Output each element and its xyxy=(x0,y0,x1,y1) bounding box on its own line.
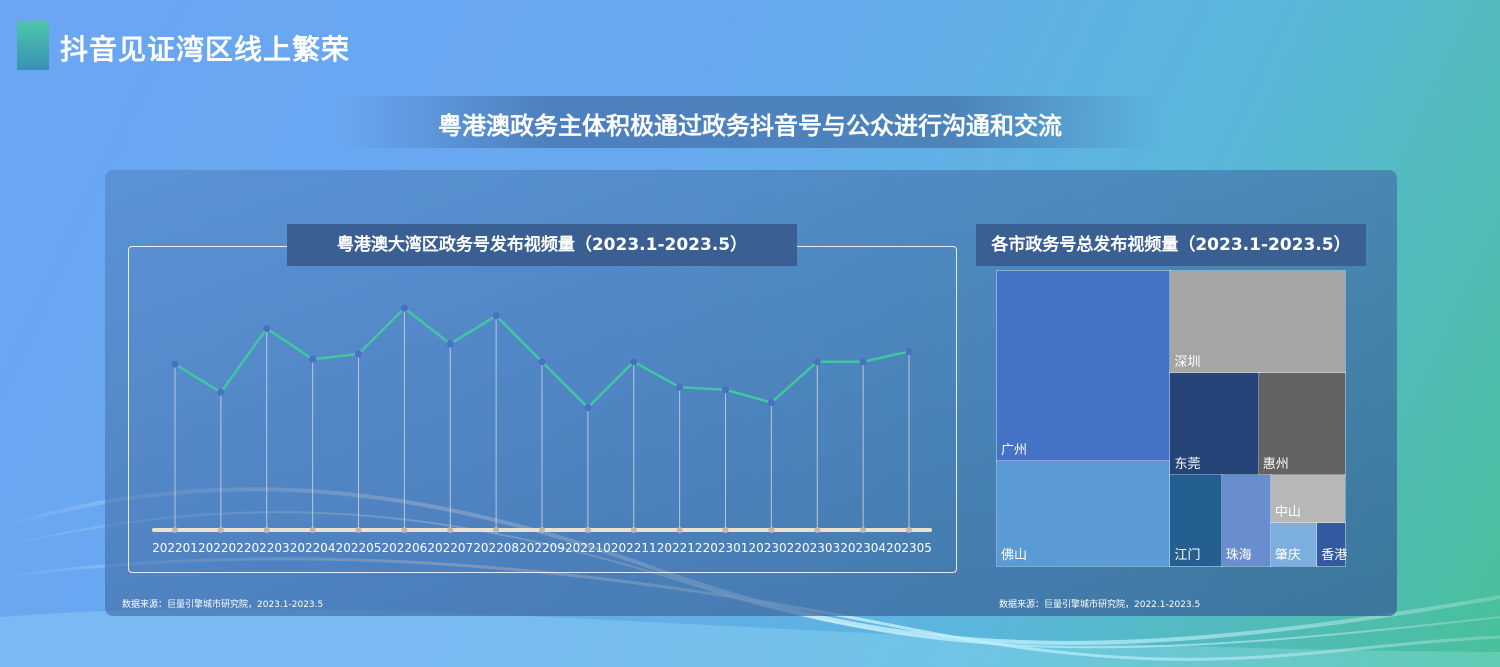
x-tick-label: 202202 xyxy=(198,541,244,555)
data-point xyxy=(309,355,317,363)
data-point xyxy=(171,360,179,368)
treemap-cell: 香港 xyxy=(1316,521,1348,567)
stem-base-dot xyxy=(493,527,500,533)
data-point xyxy=(584,404,592,412)
data-point xyxy=(905,348,913,355)
data-point xyxy=(217,388,225,396)
stem-base-dot xyxy=(860,527,867,533)
data-point xyxy=(722,386,729,394)
stem-base-dot xyxy=(722,527,729,533)
data-point xyxy=(446,340,454,348)
x-tick-label: 202206 xyxy=(381,541,427,555)
data-point xyxy=(492,312,500,320)
data-point xyxy=(355,350,362,358)
treemap-cell: 佛山 xyxy=(995,459,1172,567)
stem-base-dot xyxy=(768,527,775,533)
treemap-cell: 东莞 xyxy=(1169,371,1260,476)
treemap-cell: 珠海 xyxy=(1220,473,1272,567)
x-tick-label: 202301 xyxy=(703,541,749,555)
treemap-chart: 广州佛山 深圳东莞 惠州江门 珠海 中山肇庆 香港 xyxy=(995,270,1348,567)
treemap-cell-label: 香港 xyxy=(1321,547,1348,563)
stem-base-dot xyxy=(355,527,362,533)
stem-base-dot xyxy=(584,527,591,533)
treemap-cell: 深圳 xyxy=(1169,270,1346,374)
data-point xyxy=(400,304,408,312)
treemap-cell: 肇庆 xyxy=(1269,521,1319,567)
stem-base-dot xyxy=(263,527,270,533)
treemap-cell: 中山 xyxy=(1269,473,1346,524)
treemap-cell: 惠州 xyxy=(1257,371,1346,476)
treemap-source: 数据来源：巨量引擎城市研究院，2022.1-2023.5 xyxy=(999,600,1201,610)
stem-base-dot xyxy=(676,527,683,533)
x-tick-label: 202303 xyxy=(794,541,840,555)
x-tick-label: 202305 xyxy=(886,541,932,555)
x-tick-label: 202208 xyxy=(473,541,519,555)
x-tick-label: 202210 xyxy=(565,541,611,555)
treemap-cell: 江门 xyxy=(1169,473,1223,567)
stem-base-dot xyxy=(401,527,408,533)
treemap-cell-label: 广州 xyxy=(1001,442,1028,458)
stem-base-dot xyxy=(217,527,224,533)
treemap-cell-label: 深圳 xyxy=(1174,354,1201,370)
x-tick-label: 202207 xyxy=(427,541,473,555)
treemap-cell-label: 肇庆 xyxy=(1274,547,1301,563)
treemap-cell-label: 惠州 xyxy=(1262,456,1289,472)
data-point xyxy=(767,399,775,406)
stem-base-dot xyxy=(447,527,454,533)
treemap-cell: 广州 xyxy=(995,270,1172,462)
x-tick-label: 202203 xyxy=(244,541,290,555)
stem-base-dot xyxy=(814,527,821,533)
treemap-title: 各市政务号总发布视频量（2023.1-2023.5） xyxy=(976,224,1366,266)
treemap-cell-label: 珠海 xyxy=(1225,547,1252,563)
x-tick-label: 202209 xyxy=(519,541,565,555)
data-point xyxy=(263,325,271,333)
data-point xyxy=(630,358,638,366)
x-tick-label: 202205 xyxy=(336,541,382,555)
data-point xyxy=(813,358,821,366)
x-tick-label: 202201 xyxy=(152,541,198,555)
treemap-cell-label: 中山 xyxy=(1274,504,1301,520)
line-chart-title: 粤港澳大湾区政务号发布视频量（2023.1-2023.5） xyxy=(287,224,797,266)
stem-base-dot xyxy=(309,527,316,533)
treemap-cell-label: 东莞 xyxy=(1174,456,1201,472)
data-point xyxy=(676,383,684,391)
stem-base-dot xyxy=(172,527,178,533)
stem-base-dot xyxy=(539,527,545,533)
stem-base-dot xyxy=(630,527,637,533)
x-tick-label: 202302 xyxy=(748,541,794,555)
data-point xyxy=(859,358,867,366)
data-point xyxy=(538,358,546,366)
treemap-cell-label: 江门 xyxy=(1174,547,1201,563)
x-tick-label: 202212 xyxy=(657,541,703,555)
x-tick-label: 202211 xyxy=(611,541,657,555)
stem-base-dot xyxy=(906,527,912,533)
x-tick-label: 202304 xyxy=(840,541,886,555)
line-chart-source: 数据来源：巨量引擎城市研究院，2023.1-2023.5 xyxy=(122,600,324,610)
x-tick-label: 202204 xyxy=(290,541,336,555)
treemap-cell-label: 佛山 xyxy=(1001,547,1028,563)
